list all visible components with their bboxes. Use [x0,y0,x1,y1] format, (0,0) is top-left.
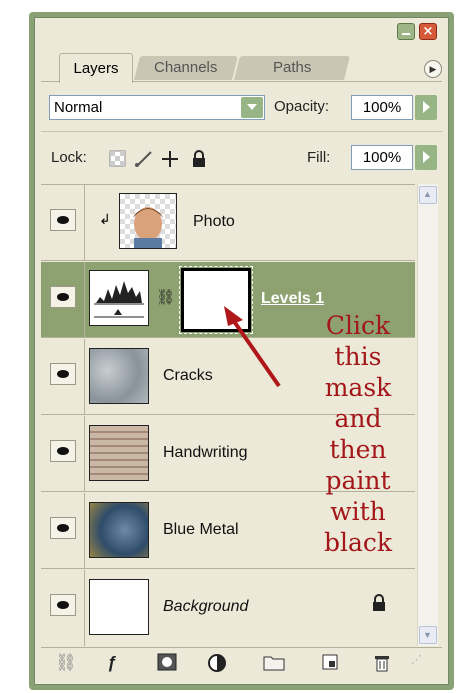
link-layers-icon[interactable]: ⛓ [55,653,77,673]
lock-label: Lock: [51,149,87,166]
eye-icon[interactable] [50,209,76,231]
tab-paths[interactable]: Paths [234,56,350,80]
resize-grip-icon[interactable]: ⋰ [411,653,422,666]
lock-row: Lock: Fill: 100% [41,143,442,173]
visibility-cell [41,570,85,646]
layers-bottom-toolbar: ⛓ ƒ ⋰ [41,647,442,678]
eye-icon[interactable] [50,363,76,385]
opacity-input[interactable]: 100% [351,95,413,120]
panel-menu-button[interactable]: ▶ [424,60,442,78]
portrait-thumbnail [133,207,163,248]
layer-mask-thumbnail[interactable] [179,266,253,334]
opacity-slider-button[interactable] [415,95,437,120]
tab-layers[interactable]: Layers [59,53,133,83]
layer-thumbnail [89,348,149,404]
visibility-cell [41,339,85,414]
annotation-line: with [330,497,386,526]
fill-input[interactable]: 100% [351,145,413,170]
close-button[interactable]: × [419,23,437,40]
new-layer-icon[interactable] [321,653,339,671]
eye-icon[interactable] [50,286,76,308]
fill-slider-button[interactable] [415,145,437,170]
layer-background[interactable]: Background [41,570,415,646]
visibility-cell [41,262,85,337]
panel-tabs: Layers Channels Paths ▶ [41,53,442,83]
lock-options [109,150,205,167]
link-chain-icon[interactable]: ⛓ [156,288,175,306]
visibility-cell [41,493,85,568]
lock-icon [373,594,385,611]
layer-name: Handwriting [163,444,248,461]
eye-icon[interactable] [50,517,76,539]
annotation-line: black [323,528,393,557]
lock-transparent-icon [109,150,126,167]
chevron-down-icon[interactable] [241,97,263,118]
scroll-up-button[interactable]: ▲ [419,186,437,204]
histogram-icon [94,281,144,318]
layer-name: Photo [193,213,235,230]
layer-name: Blue Metal [163,521,239,538]
eye-icon[interactable] [50,594,76,616]
layer-thumbnail [89,502,149,558]
clipping-arrow-icon: ↲ [99,211,111,227]
layer-thumbnail [89,425,149,481]
annotation-text: Click this mask and then paint with blac… [306,310,410,558]
lock-all-icon [193,150,205,167]
layer-name: Background [163,598,249,615]
layer-name: Levels 1 [261,290,325,307]
adjustment-layer-icon[interactable] [207,653,227,673]
scroll-down-button[interactable]: ▼ [419,626,437,644]
tab-paths-label: Paths [272,59,312,76]
annotation-line: Click [325,311,391,340]
new-group-folder-icon[interactable] [263,653,285,671]
minimize-button[interactable] [397,23,415,40]
annotation-line: then [329,435,387,464]
visibility-cell [41,416,85,491]
visibility-cell [41,185,85,260]
layer-style-icon[interactable]: ƒ [107,653,116,673]
lock-move-icon [162,151,178,167]
lock-brush-icon [135,151,152,167]
blend-mode-value: Normal [54,99,103,116]
blend-row: Normal Opacity: 100% [41,91,442,121]
fill-label: Fill: [307,149,331,166]
layer-thumbnail [89,579,149,635]
divider [41,131,442,132]
tab-channels[interactable]: Channels [134,56,238,80]
annotation-line: mask [324,373,392,402]
annotation-line: and [334,404,382,433]
blend-mode-select[interactable]: Normal [49,95,265,120]
layer-thumbnail [119,193,177,249]
annotation-line: this [334,342,382,371]
annotation-line: paint [325,466,391,495]
opacity-label: Opacity: [274,98,330,115]
eye-icon[interactable] [50,440,76,462]
layer-photo[interactable]: ↲ Photo [41,185,415,261]
layers-scrollbar[interactable]: ▲ ▼ [417,184,438,646]
delete-layer-trash-icon[interactable] [373,653,391,673]
tab-channels-label: Channels [154,59,218,76]
add-mask-icon[interactable] [157,653,177,671]
layer-name: Cracks [163,367,213,384]
levels-adjustment-thumbnail [89,270,149,326]
